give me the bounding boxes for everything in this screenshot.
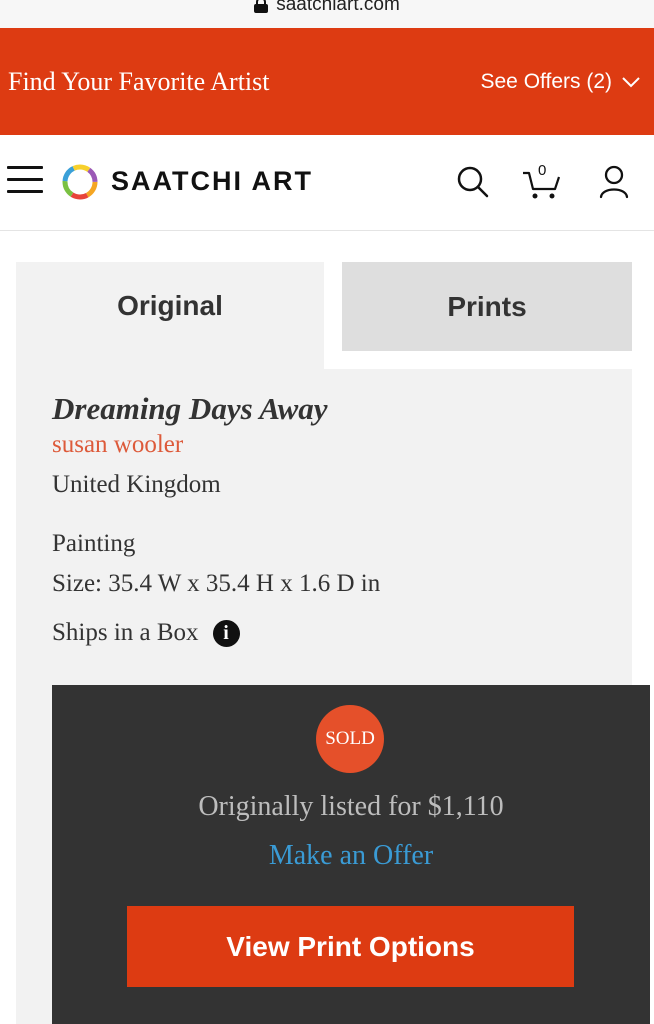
view-print-options-button[interactable]: View Print Options [127, 906, 574, 987]
artist-country: United Kingdom [52, 471, 221, 498]
see-offers-button[interactable]: See Offers (2) [481, 70, 641, 94]
original-price-text: Originally listed for $1,110 [198, 791, 504, 822]
logo-text[interactable]: SAATCHI ART [111, 166, 313, 197]
menu-icon[interactable] [7, 166, 43, 196]
url-text: saatchiart.com [276, 0, 400, 15]
sold-badge: SOLD [316, 705, 384, 773]
lock-icon [254, 0, 269, 13]
account-icon[interactable] [598, 165, 630, 199]
saatchi-logo-icon[interactable] [60, 162, 100, 202]
tab-original[interactable]: Original [16, 262, 324, 370]
cart-button[interactable]: 0 [522, 162, 562, 201]
info-icon[interactable]: i [212, 619, 240, 647]
artist-link[interactable]: susan wooler [52, 431, 183, 459]
cart-count: 0 [538, 162, 547, 179]
promo-title: Find Your Favorite Artist [8, 66, 270, 96]
purchase-panel: SOLD Originally listed for $1,110 Make a… [52, 685, 650, 1024]
make-offer-link[interactable]: Make an Offer [52, 840, 650, 872]
promo-banner: Find Your Favorite Artist See Offers (2) [0, 28, 654, 135]
tab-original-label: Original [117, 290, 223, 321]
artwork-size: Size: 35.4 W x 35.4 H x 1.6 D in [52, 570, 381, 597]
artwork-medium: Painting [52, 530, 136, 557]
browser-url-bar[interactable]: saatchiart.com [0, 0, 654, 28]
shipping-text: Ships in a Box [52, 619, 199, 646]
artwork-title: Dreaming Days Away [52, 391, 328, 426]
chevron-down-icon [622, 76, 640, 87]
search-icon[interactable] [456, 165, 490, 199]
site-header: SAATCHI ART 0 [0, 135, 654, 231]
shipping-info: Ships in a Box i [52, 619, 240, 647]
see-offers-label: See Offers (2) [480, 69, 613, 93]
tab-prints[interactable]: Prints [342, 262, 632, 351]
tab-prints-label: Prints [447, 290, 527, 322]
